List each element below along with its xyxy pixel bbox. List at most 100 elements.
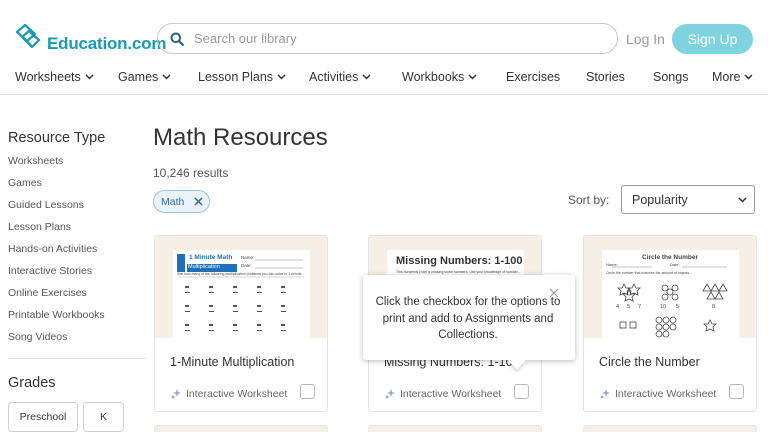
page-title: Math Resources	[153, 124, 328, 151]
logo-icon	[15, 23, 41, 49]
nav-workbooks[interactable]: Workbooks	[402, 70, 477, 84]
nav-stories[interactable]: Stories	[586, 70, 625, 84]
thumb-field: Date:	[670, 262, 680, 267]
chevron-down-icon	[468, 74, 477, 80]
thumb-number: 4	[616, 304, 620, 310]
thumb-number: 5	[627, 304, 631, 310]
thumb-number: 8	[712, 304, 716, 310]
nav-label: More	[712, 70, 741, 84]
resource-type-item[interactable]: Hands-on Activities	[8, 244, 105, 266]
logo-text: Education.com	[47, 34, 167, 53]
card-thumbnail: 1 Minute Math Multiplication Name: Date:…	[155, 236, 327, 338]
nav-songs[interactable]: Songs	[653, 70, 688, 84]
results-count: 10,246 results	[153, 166, 229, 180]
card-checkbox[interactable]	[514, 384, 529, 399]
sidebar-divider	[8, 358, 146, 359]
sort-label: Sort by:	[568, 193, 610, 207]
thumb-field: Date:	[241, 263, 252, 268]
nav-label: Songs	[653, 70, 689, 84]
filter-chip-label: Math	[161, 195, 185, 208]
main-nav: Worksheets Games Lesson Plans Activities…	[15, 70, 760, 88]
thumb-number: 5	[676, 304, 680, 310]
login-link[interactable]: Log In	[626, 31, 665, 47]
thumb-heading: 1 Minute Math	[189, 254, 233, 261]
card-type-label: Interactive Worksheet	[615, 388, 717, 400]
chevron-down-icon	[362, 74, 371, 80]
signup-button[interactable]: Sign Up	[672, 24, 753, 54]
sparkle-icon	[600, 389, 610, 399]
chevron-down-icon	[162, 74, 171, 80]
card-type: Interactive Worksheet	[599, 388, 716, 400]
worksheet-preview: 1 Minute Math Multiplication Name: Date:…	[173, 250, 310, 338]
close-icon[interactable]	[194, 197, 203, 206]
resource-type-list: Worksheets Games Guided Lessons Lesson P…	[8, 156, 105, 354]
search-input[interactable]	[194, 31, 594, 46]
worksheet-preview: Circle the Number Name: Date: Circle the…	[602, 250, 739, 338]
nav-label: Lesson Plans	[198, 70, 274, 84]
checkbox-tooltip: Click the checkbox for the options to pr…	[363, 275, 575, 370]
card-title[interactable]: 1-Minute Multiplication	[170, 355, 294, 369]
card-type: Interactive Worksheet	[384, 388, 501, 400]
resource-type-item[interactable]: Online Exercises	[8, 288, 105, 310]
resource-type-title: Resource Type	[8, 130, 106, 146]
card-type-label: Interactive Worksheet	[186, 388, 288, 400]
thumb-subheading: Multiplication	[188, 264, 220, 270]
nav-label: Activities	[309, 70, 359, 84]
sparkle-icon	[171, 389, 181, 399]
thumb-instructions: This hundreds chart is missing some numb…	[396, 270, 521, 274]
thumb-field: Name:	[241, 255, 255, 260]
resource-type-item[interactable]: Interactive Stories	[8, 266, 105, 288]
card-type-label: Interactive Worksheet	[400, 388, 502, 400]
nav-label: Games	[118, 70, 159, 84]
nav-more[interactable]: More	[712, 70, 754, 84]
card-thumbnail: Circle the Number Name: Date: Circle the…	[584, 236, 756, 338]
thumb-number: 7	[638, 304, 642, 310]
resource-card-partial[interactable]	[154, 425, 328, 432]
resource-card[interactable]: 1 Minute Math Multiplication Name: Date:…	[154, 235, 328, 412]
resource-card-partial[interactable]	[368, 425, 542, 432]
resource-type-item[interactable]: Games	[8, 178, 105, 200]
nav-label: Stories	[586, 70, 625, 84]
thumb-heading: Missing Numbers: 1-100	[396, 255, 523, 267]
tooltip-text: Click the checkbox for the options to pr…	[375, 296, 561, 341]
card-title[interactable]: Circle the Number	[599, 355, 700, 369]
grade-k-button[interactable]: K	[83, 402, 124, 432]
resource-type-item[interactable]: Lesson Plans	[8, 222, 105, 244]
resource-type-item[interactable]: Printable Workbooks	[8, 310, 105, 332]
sparkle-icon	[385, 389, 395, 399]
grades-title: Grades	[8, 375, 56, 391]
resource-card-partial[interactable]	[583, 425, 757, 432]
thumb-instructions: Circle the number that matches the amoun…	[606, 271, 691, 275]
nav-label: Worksheets	[15, 70, 81, 84]
nav-divider	[0, 94, 768, 95]
chevron-down-icon	[738, 197, 747, 203]
nav-worksheets[interactable]: Worksheets	[15, 70, 94, 84]
resource-type-item[interactable]: Worksheets	[8, 156, 105, 178]
nav-lesson-plans[interactable]: Lesson Plans	[198, 70, 286, 84]
nav-exercises[interactable]: Exercises	[506, 70, 560, 84]
thumb-heading: Circle the Number	[642, 254, 698, 261]
nav-activities[interactable]: Activities	[309, 70, 371, 84]
filter-chip-math[interactable]: Math	[153, 190, 210, 213]
resource-type-item[interactable]: Guided Lessons	[8, 200, 105, 222]
nav-games[interactable]: Games	[118, 70, 171, 84]
card-checkbox[interactable]	[300, 384, 315, 399]
sort-value: Popularity	[632, 192, 688, 207]
close-icon[interactable]	[549, 288, 559, 298]
thumb-instructions: See how many of the following multiplica…	[177, 272, 303, 276]
thumb-number: 10	[660, 304, 667, 310]
sort-select[interactable]: Popularity	[621, 185, 755, 214]
chevron-down-icon	[744, 74, 754, 80]
card-type: Interactive Worksheet	[170, 388, 287, 400]
nav-label: Exercises	[506, 70, 561, 84]
logo[interactable]: Education.com	[14, 22, 166, 54]
chevron-down-icon	[277, 74, 286, 80]
card-checkbox[interactable]	[729, 384, 744, 399]
thumb-field: Name:	[606, 262, 618, 267]
resource-type-item[interactable]: Song Videos	[8, 332, 105, 354]
grade-preschool-button[interactable]: Preschool	[8, 402, 78, 432]
resource-card[interactable]: Circle the Number Name: Date: Circle the…	[583, 235, 757, 412]
search-icon	[170, 32, 184, 46]
nav-label: Workbooks	[402, 70, 465, 84]
search-bar[interactable]	[157, 23, 618, 54]
